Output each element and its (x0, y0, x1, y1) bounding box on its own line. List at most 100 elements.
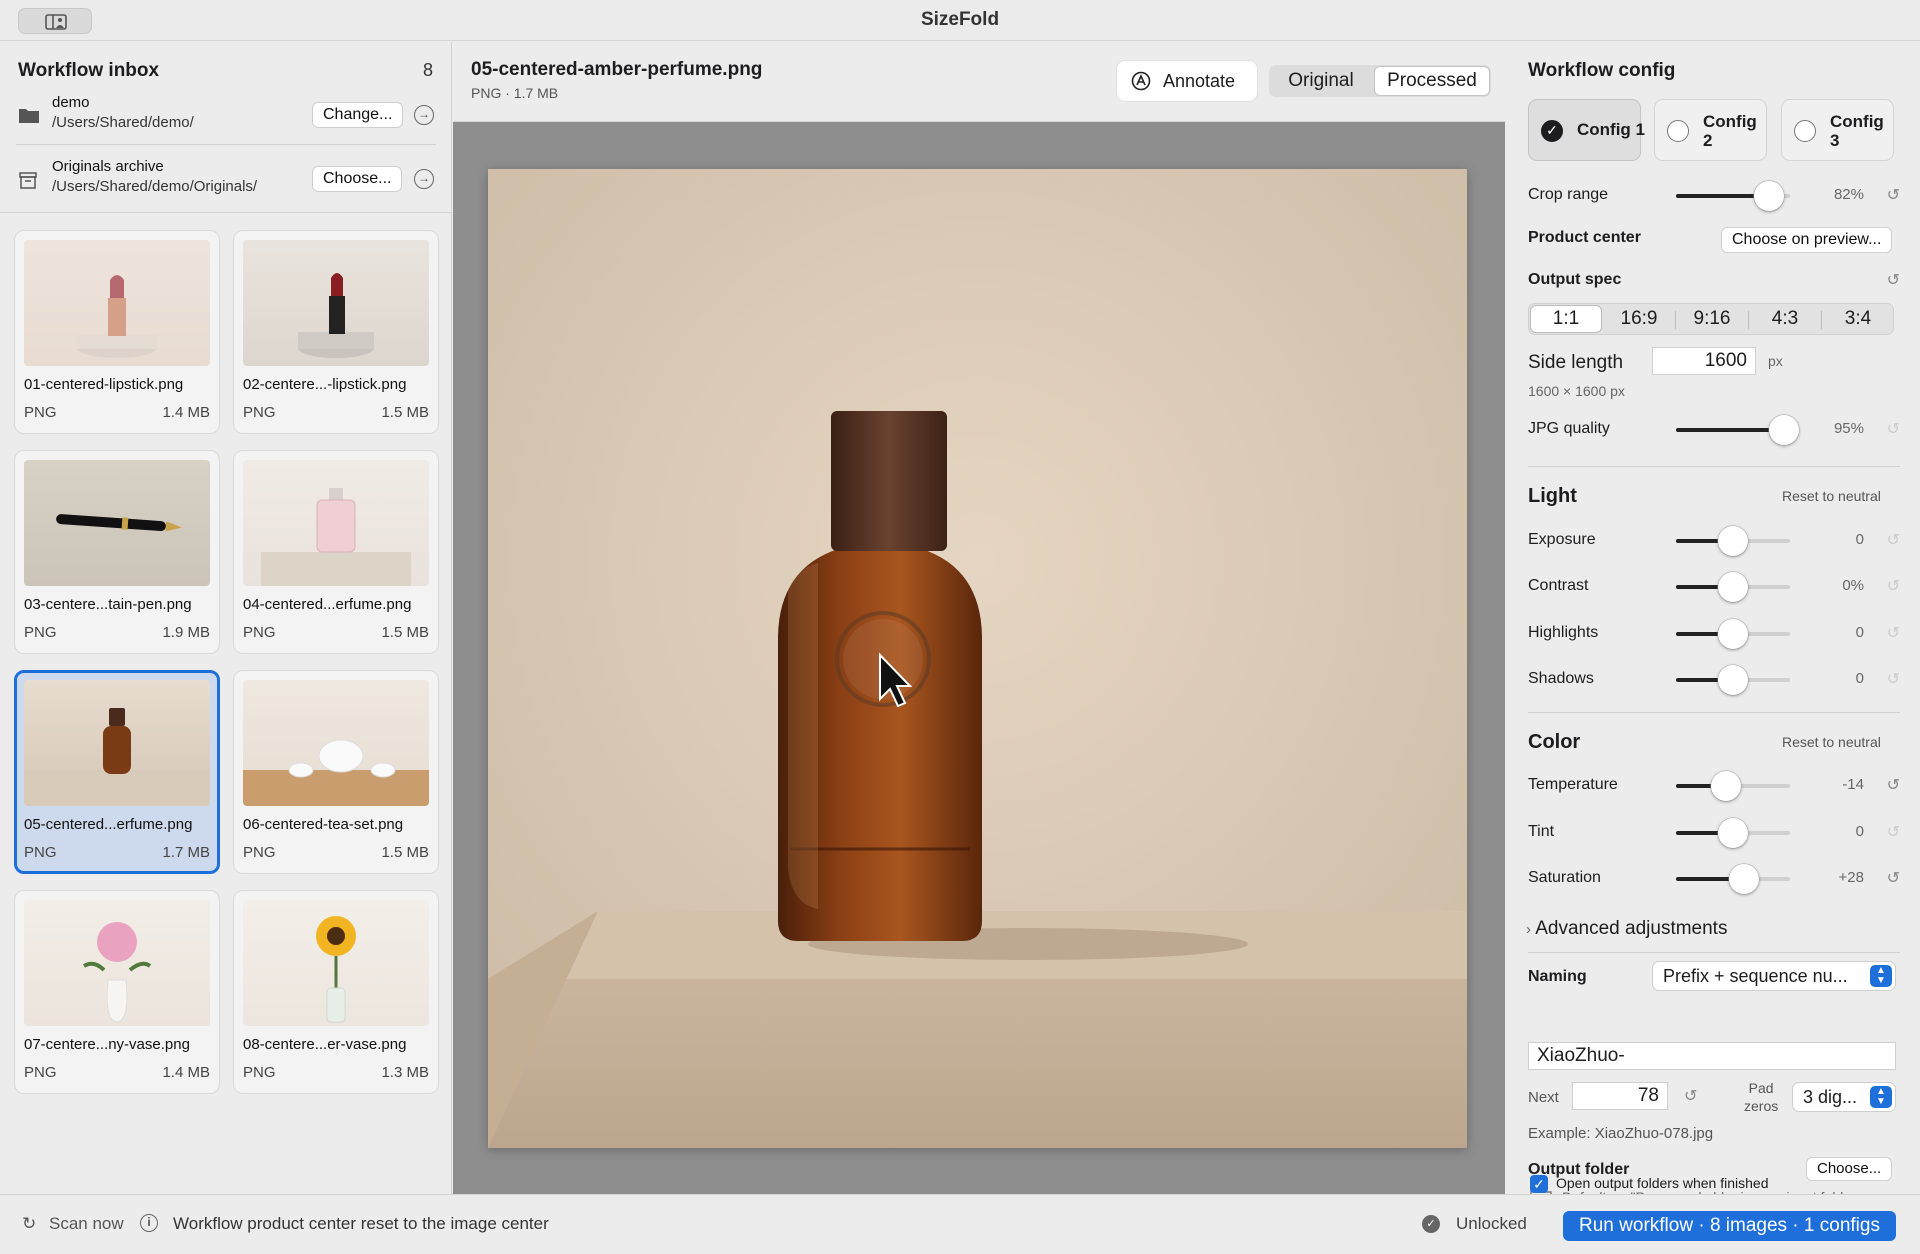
file-type: PNG (24, 624, 57, 641)
image-card-selected[interactable]: 05-centered...erfume.png PNG 1.7 MB (14, 670, 220, 874)
reset-icon: ↺ (1886, 671, 1900, 688)
side-length-input[interactable]: 1600 (1652, 347, 1756, 375)
advanced-adjustments-disclosure[interactable]: › Advanced adjustments (1526, 918, 1727, 940)
archive-box-icon (19, 172, 37, 189)
reset-icon[interactable]: ↺ (1887, 868, 1900, 888)
pad-label-line: zeros (1744, 1098, 1779, 1114)
choose-output-folder-button[interactable]: Choose... (1806, 1157, 1893, 1181)
color-reset-button[interactable]: Reset to neutral (1782, 734, 1881, 750)
change-folder-button[interactable]: Change... (312, 102, 404, 128)
input-folder-path: /Users/Shared/demo/ (52, 114, 194, 131)
image-card[interactable]: 06-centered-tea-set.png PNG 1.5 MB (233, 670, 439, 874)
shadows-value: 0 (1855, 670, 1864, 687)
config-title: Workflow config (1528, 60, 1676, 81)
config-tab-label: Config 2 (1703, 112, 1757, 150)
naming-mode-select[interactable]: Prefix + sequence nu... ▲ ▼ (1652, 961, 1896, 991)
highlights-slider[interactable] (1676, 619, 1790, 649)
choose-archive-button[interactable]: Choose... (312, 166, 403, 192)
next-label: Next (1528, 1089, 1559, 1106)
jpg-quality-slider[interactable] (1676, 415, 1800, 445)
slider-knob[interactable] (1718, 619, 1748, 649)
thumbnail-peony-vase (24, 900, 210, 1026)
naming-mode-value: Prefix + sequence nu... (1663, 966, 1848, 986)
pad-zeros-value: 3 dig... (1803, 1087, 1858, 1107)
reset-icon[interactable]: ↺ (1887, 775, 1900, 795)
tab-config-1[interactable]: ✓ Config 1 (1528, 99, 1645, 161)
exposure-slider[interactable] (1676, 526, 1790, 556)
light-section-title: Light (1528, 485, 1577, 507)
status-message: Workflow product center reset to the ima… (173, 1214, 549, 1233)
tab-config-2[interactable]: Config 2 (1654, 99, 1767, 161)
folder-icon (19, 109, 39, 123)
reset-icon[interactable]: ↺ (1887, 185, 1900, 205)
advanced-label: Advanced adjustments (1535, 918, 1728, 939)
file-type: PNG (243, 844, 276, 861)
pad-zeros-select[interactable]: 3 dig... ▲ ▼ (1792, 1082, 1896, 1112)
run-workflow-button[interactable]: Run workflow · 8 images · 1 configs (1563, 1211, 1896, 1241)
contrast-slider[interactable] (1676, 572, 1790, 602)
reset-icon[interactable]: ↺ (1887, 270, 1900, 290)
slider-knob[interactable] (1729, 864, 1760, 894)
slider-knob[interactable] (1754, 181, 1785, 211)
divider (1821, 311, 1822, 329)
slider-knob[interactable] (1718, 665, 1748, 695)
open-output-folders-checkbox[interactable]: ✓ (1530, 1175, 1548, 1193)
divider (1748, 311, 1749, 329)
slider-knob[interactable] (1718, 572, 1748, 602)
prefix-input[interactable]: XiaoZhuo- (1528, 1042, 1896, 1070)
tab-original[interactable]: Original (1271, 67, 1371, 95)
file-name: 02-centere...-lipstick.png (243, 376, 407, 393)
file-name: 06-centered-tea-set.png (243, 816, 404, 833)
tab-processed[interactable]: Processed (1375, 67, 1489, 95)
image-card[interactable]: 01-centered-lipstick.png PNG 1.4 MB (14, 230, 220, 434)
open-input-folder-icon[interactable]: → (414, 105, 434, 125)
reset-icon: ↺ (1886, 824, 1900, 841)
view-mode-segmented-control: Original Processed (1269, 65, 1491, 97)
choose-on-preview-button[interactable]: Choose on preview... (1721, 227, 1893, 253)
scan-now-button[interactable]: ↻ Scan now (22, 1214, 124, 1234)
temperature-slider[interactable] (1676, 771, 1790, 801)
saturation-slider[interactable] (1676, 864, 1790, 894)
divider (1528, 952, 1900, 953)
slider-knob[interactable] (1711, 771, 1742, 801)
ratio-3-4[interactable]: 3:4 (1823, 306, 1893, 332)
license-status: Unlocked (1456, 1214, 1527, 1233)
image-card[interactable]: 04-centered...erfume.png PNG 1.5 MB (233, 450, 439, 654)
crop-range-slider[interactable] (1676, 181, 1790, 211)
annotate-button[interactable]: Annotate (1117, 61, 1257, 101)
tint-slider[interactable] (1676, 818, 1790, 848)
open-archive-folder-icon[interactable]: → (414, 169, 434, 189)
chevron-up-down-icon: ▲ ▼ (1870, 1086, 1892, 1108)
light-reset-button[interactable]: Reset to neutral (1782, 488, 1881, 504)
pad-zeros-label: Pad zeros (1744, 1079, 1778, 1115)
slider-knob[interactable] (1718, 526, 1748, 556)
image-card[interactable]: 03-centere...tain-pen.png PNG 1.9 MB (14, 450, 220, 654)
temperature-label: Temperature (1528, 776, 1618, 793)
divider (0, 212, 452, 213)
shadows-slider[interactable] (1676, 665, 1790, 695)
image-card[interactable]: 07-centere...ny-vase.png PNG 1.4 MB (14, 890, 220, 1094)
slider-knob[interactable] (1769, 415, 1800, 445)
divider (1528, 712, 1900, 713)
image-card[interactable]: 02-centere...-lipstick.png PNG 1.5 MB (233, 230, 439, 434)
image-card[interactable]: 08-centere...er-vase.png PNG 1.3 MB (233, 890, 439, 1094)
reset-icon: ↺ (1886, 625, 1900, 642)
preview-image[interactable] (488, 169, 1467, 1148)
file-name: 03-centere...tain-pen.png (24, 596, 192, 613)
file-size: 1.5 MB (381, 844, 429, 861)
next-number-input[interactable]: 78 (1572, 1082, 1668, 1110)
ratio-4-3[interactable]: 4:3 (1750, 306, 1820, 332)
ratio-16-9[interactable]: 16:9 (1604, 306, 1674, 332)
tab-config-3[interactable]: Config 3 (1781, 99, 1894, 161)
ratio-9-16[interactable]: 9:16 (1677, 306, 1747, 332)
open-output-folders-label[interactable]: Open output folders when finished (1556, 1175, 1768, 1191)
file-size: 1.4 MB (162, 404, 210, 421)
reset-icon[interactable]: ↺ (1684, 1086, 1697, 1106)
workflow-inbox-sidebar: Workflow inbox 8 demo /Users/Shared/demo… (0, 42, 452, 1194)
scan-now-label: Scan now (48, 1214, 124, 1233)
aspect-ratio-segmented-control: 1:1 16:9 9:16 4:3 3:4 (1528, 303, 1894, 335)
ratio-1-1[interactable]: 1:1 (1531, 306, 1601, 332)
thumbnail-lipstick (24, 240, 210, 366)
preview-pane: 05-centered-amber-perfume.png PNG · 1.7 … (453, 42, 1505, 1194)
slider-knob[interactable] (1718, 818, 1748, 848)
